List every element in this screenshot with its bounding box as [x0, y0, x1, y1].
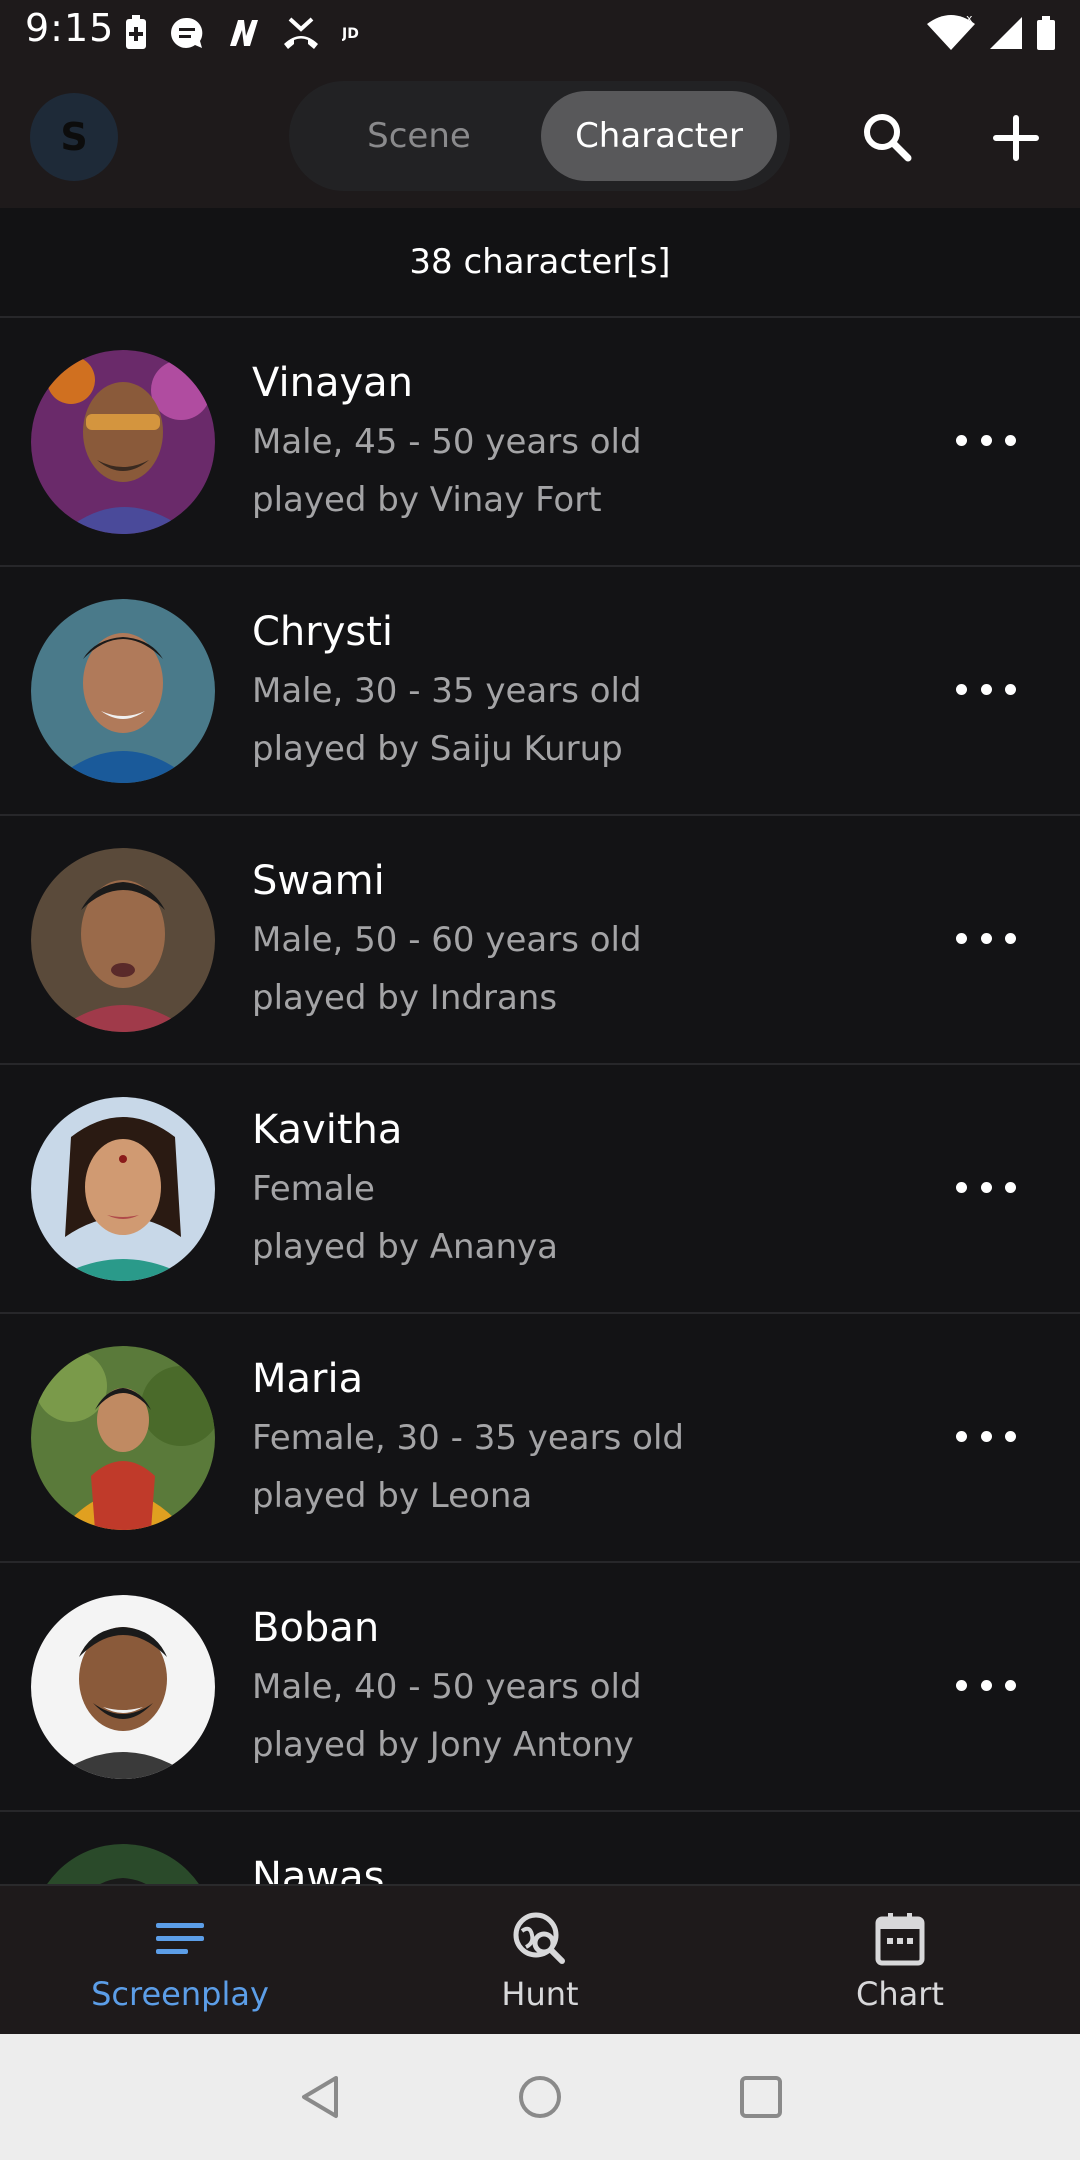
- character-photo: [31, 1844, 215, 1884]
- system-recents-button[interactable]: [734, 2070, 788, 2124]
- list-item[interactable]: Nawas: [0, 1812, 1080, 1884]
- more-options-button[interactable]: [956, 1167, 1016, 1207]
- character-description: Male, 40 - 50 years old: [252, 1667, 642, 1707]
- battery-saver-icon: [126, 15, 146, 49]
- more-icon: [956, 1430, 967, 1442]
- view-toggle: Scene Character: [289, 81, 790, 191]
- more-icon: [956, 932, 967, 944]
- character-actor: played by Ananya: [252, 1227, 558, 1267]
- character-name: Vinayan: [252, 360, 413, 406]
- more-options-button[interactable]: [956, 669, 1016, 709]
- character-actor: played by Leona: [252, 1476, 533, 1516]
- nav-chart[interactable]: Chart: [780, 1886, 1020, 2036]
- svg-text:x: x: [966, 14, 973, 25]
- battery-icon: [1037, 16, 1055, 50]
- character-count: 38 character[s]: [409, 242, 671, 282]
- nav-screenplay-label: Screenplay: [91, 1975, 269, 2013]
- top-app-bar: S Scene Character: [0, 66, 1080, 208]
- tab-scene[interactable]: Scene: [329, 81, 509, 191]
- wifi-icon: x: [927, 14, 975, 50]
- nav-screenplay[interactable]: Screenplay: [60, 1886, 300, 2036]
- cell-signal-icon: [990, 17, 1022, 49]
- more-options-button[interactable]: [956, 1665, 1016, 1705]
- avatar[interactable]: S: [30, 93, 118, 181]
- nav-hunt[interactable]: Hunt: [420, 1886, 660, 2036]
- more-options-button[interactable]: [956, 918, 1016, 958]
- list-item[interactable]: Swami Male, 50 - 60 years old played by …: [0, 816, 1080, 1065]
- more-options-button[interactable]: [956, 420, 1016, 460]
- character-photo: [31, 1097, 215, 1281]
- list-item[interactable]: Kavitha Female played by Ananya: [0, 1065, 1080, 1314]
- character-photo: [31, 350, 215, 534]
- character-description: Male, 45 - 50 years old: [252, 422, 642, 462]
- character-actor: played by Vinay Fort: [252, 480, 602, 520]
- system-back-button[interactable]: [294, 2070, 348, 2124]
- character-description: Male, 30 - 35 years old: [252, 671, 642, 711]
- character-photo: [31, 1595, 215, 1779]
- list-item[interactable]: Chrysti Male, 30 - 35 years old played b…: [0, 567, 1080, 816]
- character-name: Nawas: [252, 1854, 385, 1884]
- character-photo: [31, 599, 215, 783]
- list-item[interactable]: Boban Male, 40 - 50 years old played by …: [0, 1563, 1080, 1812]
- character-actor: played by Saiju Kurup: [252, 729, 623, 769]
- character-name: Maria: [252, 1356, 364, 1402]
- back-icon: [302, 2076, 338, 2118]
- system-navigation-bar: [0, 2034, 1080, 2160]
- message-icon: [171, 17, 203, 48]
- more-options-button[interactable]: [956, 1416, 1016, 1456]
- character-count-header: 38 character[s]: [0, 208, 1080, 318]
- missed-call-icon: [284, 17, 318, 49]
- plus-icon: [993, 115, 1039, 161]
- character-name: Kavitha: [252, 1107, 403, 1153]
- add-character-button[interactable]: [984, 106, 1048, 170]
- menu-lines-icon: [156, 1923, 204, 1954]
- character-name: Chrysti: [252, 609, 394, 655]
- status-time: 9:15: [25, 6, 115, 50]
- character-actor: played by Jony Antony: [252, 1725, 634, 1765]
- svg-text:JD: JD: [342, 26, 359, 42]
- home-icon: [519, 2076, 561, 2118]
- jio-icon: JD: [342, 26, 359, 42]
- character-description: Female, 30 - 35 years old: [252, 1418, 684, 1458]
- bottom-navigation: Screenplay Hunt Chart: [0, 1884, 1080, 2036]
- search-icon: [864, 114, 912, 162]
- notification-icons: JD: [124, 12, 368, 54]
- character-photo: [31, 848, 215, 1032]
- character-actor: played by Indrans: [252, 978, 558, 1018]
- more-icon: [956, 434, 967, 446]
- character-description: Female: [252, 1169, 375, 1209]
- list-item[interactable]: Maria Female, 30 - 35 years old played b…: [0, 1314, 1080, 1563]
- list-item[interactable]: Vinayan Male, 45 - 50 years old played b…: [0, 318, 1080, 567]
- system-status-icons: x: [926, 12, 1056, 54]
- calendar-icon: [875, 1913, 925, 1966]
- status-bar: 9:15 JD x: [0, 0, 1080, 66]
- character-list[interactable]: Vinayan Male, 45 - 50 years old played b…: [0, 318, 1080, 1884]
- more-icon: [956, 1181, 967, 1193]
- app-n-icon: [230, 20, 258, 46]
- character-photo: [31, 1346, 215, 1530]
- character-name: Swami: [252, 858, 385, 904]
- character-name: Boban: [252, 1605, 380, 1651]
- nav-hunt-label: Hunt: [501, 1975, 579, 2013]
- tab-character[interactable]: Character: [541, 91, 777, 181]
- more-icon: [956, 1679, 967, 1691]
- nav-chart-label: Chart: [856, 1975, 944, 2013]
- recents-icon: [740, 2076, 782, 2118]
- more-icon: [956, 683, 967, 695]
- system-home-button[interactable]: [513, 2070, 567, 2124]
- search-globe-icon: [513, 1912, 565, 1964]
- search-button[interactable]: [856, 106, 920, 170]
- character-description: Male, 50 - 60 years old: [252, 920, 642, 960]
